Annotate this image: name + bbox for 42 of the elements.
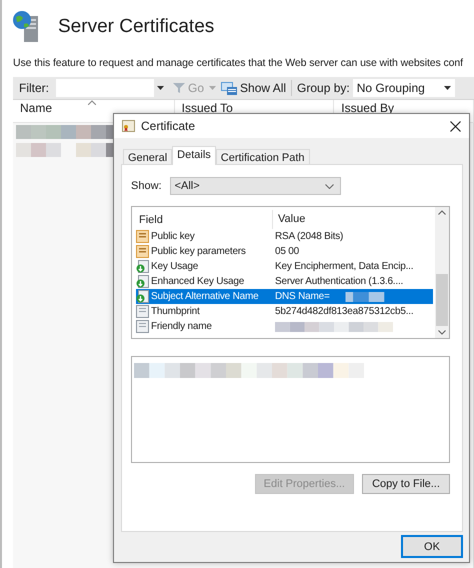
page-title: Server Certificates [58, 16, 214, 38]
tab[interactable]: Details [172, 146, 216, 165]
field-row[interactable]: Subject Alternative Name DNS Name= [136, 289, 433, 304]
show-all-button[interactable]: Show All [240, 81, 286, 95]
filter-label: Filter: [19, 81, 49, 95]
field-row[interactable]: Public key parameters 05 00 [136, 244, 433, 259]
close-icon[interactable] [450, 120, 461, 132]
tab[interactable]: General [123, 149, 172, 164]
certificate-icon [122, 120, 135, 132]
dialog-title: Certificate [141, 119, 196, 133]
dialog-button[interactable]: Copy to File... [362, 474, 450, 494]
scroll-up-icon[interactable] [438, 210, 446, 215]
field-row[interactable]: Enhanced Key Usage Server Authentication (1.3.6.... [136, 274, 433, 289]
column-header[interactable]: Issued To [182, 102, 233, 114]
field-row[interactable]: Friendly name [136, 319, 433, 334]
dropdown-arrow-icon[interactable] [157, 86, 164, 90]
column-header[interactable]: Field [136, 214, 272, 226]
show-dropdown[interactable]: <All> [170, 177, 341, 195]
document-field-icon [136, 320, 149, 333]
document-field-icon [136, 305, 149, 318]
group-by-label: Group by: [297, 81, 350, 95]
certificate-field-icon [136, 245, 149, 258]
tab[interactable]: Certification Path [216, 149, 310, 164]
column-header[interactable]: Name [20, 102, 52, 114]
show-label: Show: [131, 180, 162, 192]
field-row[interactable]: Key Usage Key Encipherment, Data Encip... [136, 259, 433, 274]
ok-button[interactable]: OK [401, 535, 463, 558]
extension-field-icon [136, 260, 149, 273]
page-description: Use this feature to request and manage certificates that the Web server can use with websites conf [13, 57, 464, 69]
extension-field-icon [136, 290, 149, 303]
show-all-icon [221, 81, 238, 95]
funnel-icon [173, 82, 185, 94]
certificate-field-icon [136, 230, 149, 243]
extension-field-icon [136, 275, 149, 288]
group-by-dropdown[interactable]: No Grouping [352, 79, 455, 97]
chevron-down-icon[interactable] [324, 184, 334, 188]
column-header[interactable]: Value [272, 210, 433, 229]
field-row[interactable]: Public key RSA (2048 Bits) [136, 229, 433, 244]
scroll-down-icon[interactable] [438, 330, 446, 335]
field-row[interactable]: Thumbprint 5b274d482df813ea875312cb5... [136, 304, 433, 319]
dropdown-arrow-icon[interactable] [444, 86, 451, 90]
scrollbar[interactable] [435, 207, 449, 338]
